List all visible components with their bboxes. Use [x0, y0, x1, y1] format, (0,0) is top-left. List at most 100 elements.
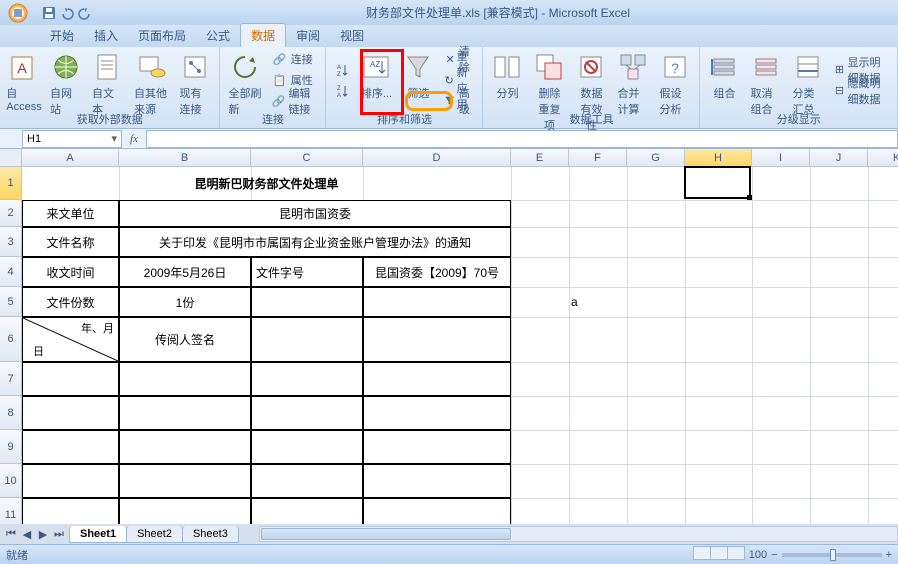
prev-sheet-icon[interactable]: ◀: [20, 528, 34, 541]
table-cell[interactable]: [363, 464, 511, 498]
row-header-1[interactable]: 1: [0, 167, 22, 200]
col-header-F[interactable]: F: [569, 149, 627, 167]
refresh-all-button[interactable]: 全部刷新: [224, 49, 265, 111]
filter-button[interactable]: 筛选: [398, 49, 438, 111]
consolidate-button[interactable]: 合并计算: [613, 49, 653, 111]
zoom-out-icon[interactable]: −: [771, 549, 777, 561]
row-header-2[interactable]: 2: [0, 200, 22, 227]
col-header-E[interactable]: E: [511, 149, 569, 167]
table-cell[interactable]: [363, 396, 511, 430]
table-cell[interactable]: [22, 396, 119, 430]
row-header-5[interactable]: 5: [0, 287, 22, 317]
from-other-button[interactable]: 自其他来源: [130, 49, 173, 111]
fx-icon[interactable]: fx: [122, 133, 146, 145]
col-header-A[interactable]: A: [22, 149, 119, 167]
undo-icon[interactable]: [60, 6, 74, 20]
table-cell[interactable]: [22, 430, 119, 464]
col-header-D[interactable]: D: [363, 149, 511, 167]
name-box[interactable]: H1 ▾: [22, 130, 122, 148]
table-cell[interactable]: [119, 362, 251, 396]
last-sheet-icon[interactable]: ⏭: [52, 528, 66, 541]
page-break-view-icon[interactable]: [727, 546, 745, 560]
table-cell[interactable]: [119, 464, 251, 498]
subtotal-button[interactable]: 分类汇总: [788, 49, 828, 111]
next-sheet-icon[interactable]: ▶: [36, 528, 50, 541]
table-cell[interactable]: [251, 396, 363, 430]
hide-detail-button[interactable]: ⊟隐藏明细数据: [830, 81, 893, 101]
row-header-6[interactable]: 6: [0, 317, 22, 362]
table-cell[interactable]: 文件字号: [251, 257, 363, 287]
sheet-tab-2[interactable]: Sheet2: [126, 526, 183, 543]
row-header-9[interactable]: 9: [0, 430, 22, 464]
existing-connections-button[interactable]: 现有连接: [175, 49, 215, 111]
zoom-slider[interactable]: [782, 553, 882, 557]
remove-duplicates-button[interactable]: 删除 重复项: [529, 49, 569, 111]
row-header-3[interactable]: 3: [0, 227, 22, 257]
redo-icon[interactable]: [78, 6, 92, 20]
table-cell[interactable]: [363, 287, 511, 317]
col-header-B[interactable]: B: [119, 149, 251, 167]
advanced-filter-button[interactable]: 高级: [440, 91, 478, 111]
ungroup-button[interactable]: 取消组合: [746, 49, 786, 111]
table-cell[interactable]: 1份: [119, 287, 251, 317]
table-cell[interactable]: [251, 464, 363, 498]
save-icon[interactable]: [42, 6, 56, 20]
sort-asc-button[interactable]: AZ: [330, 60, 354, 80]
table-cell[interactable]: [22, 362, 119, 396]
table-cell[interactable]: 来文单位: [22, 200, 119, 227]
table-cell[interactable]: [119, 396, 251, 430]
row-header-10[interactable]: 10: [0, 464, 22, 498]
table-cell[interactable]: [119, 430, 251, 464]
horizontal-scrollbar[interactable]: [259, 526, 898, 542]
text-to-columns-button[interactable]: 分列: [487, 49, 527, 111]
table-cell[interactable]: 昆明新巴财务部文件处理单: [22, 167, 511, 200]
from-web-button[interactable]: 自网站: [46, 49, 86, 111]
select-all-corner[interactable]: [0, 149, 22, 167]
table-cell[interactable]: 收文时间: [22, 257, 119, 287]
sort-desc-button[interactable]: ZA: [330, 81, 354, 101]
tab-formulas[interactable]: 公式: [196, 24, 240, 47]
row-header-8[interactable]: 8: [0, 396, 22, 430]
page-layout-view-icon[interactable]: [710, 546, 728, 560]
col-header-K[interactable]: K: [868, 149, 898, 167]
table-cell[interactable]: [251, 362, 363, 396]
normal-view-icon[interactable]: [693, 546, 711, 560]
col-header-I[interactable]: I: [752, 149, 810, 167]
tab-insert[interactable]: 插入: [84, 24, 128, 47]
tab-view[interactable]: 视图: [330, 24, 374, 47]
tab-review[interactable]: 审阅: [286, 24, 330, 47]
row-header-7[interactable]: 7: [0, 362, 22, 396]
edit-links-button[interactable]: 🔗编辑链接: [268, 91, 322, 111]
table-cell[interactable]: [251, 430, 363, 464]
first-sheet-icon[interactable]: ⏮: [4, 528, 18, 541]
from-text-button[interactable]: 自文本: [88, 49, 128, 111]
scroll-thumb[interactable]: [261, 528, 511, 540]
table-cell[interactable]: [363, 430, 511, 464]
table-cell[interactable]: [251, 287, 363, 317]
office-button[interactable]: [0, 0, 36, 25]
tab-home[interactable]: 开始: [40, 24, 84, 47]
sheet-tab-3[interactable]: Sheet3: [182, 526, 239, 543]
table-cell[interactable]: [251, 317, 363, 362]
col-header-C[interactable]: C: [251, 149, 363, 167]
table-cell[interactable]: 昆明市国资委: [119, 200, 511, 227]
table-cell[interactable]: [363, 317, 511, 362]
row-header-4[interactable]: 4: [0, 257, 22, 287]
zoom-in-icon[interactable]: +: [886, 549, 892, 561]
sort-button[interactable]: AZ排序...: [356, 49, 396, 111]
table-cell[interactable]: 昆国资委【2009】70号: [363, 257, 511, 287]
table-cell[interactable]: 2009年5月26日: [119, 257, 251, 287]
data-validation-button[interactable]: 数据 有效性: [571, 49, 611, 111]
group-button[interactable]: 组合: [704, 49, 744, 111]
zoom-thumb[interactable]: [830, 549, 836, 561]
from-access-button[interactable]: A自 Access: [4, 49, 44, 111]
col-header-H[interactable]: H: [685, 149, 752, 167]
whatif-button[interactable]: ?假设分析: [655, 49, 695, 111]
table-cell[interactable]: 年、月日: [22, 317, 119, 362]
chevron-down-icon[interactable]: ▾: [111, 132, 117, 145]
table-cell[interactable]: 传阅人签名: [119, 317, 251, 362]
grid[interactable]: 昆明新巴财务部文件处理单来文单位昆明市国资委文件名称关于印发《昆明市市属国有企业…: [22, 167, 898, 544]
col-header-G[interactable]: G: [627, 149, 685, 167]
table-cell[interactable]: [363, 362, 511, 396]
table-cell[interactable]: 关于印发《昆明市市属国有企业资金账户管理办法》的通知: [119, 227, 511, 257]
